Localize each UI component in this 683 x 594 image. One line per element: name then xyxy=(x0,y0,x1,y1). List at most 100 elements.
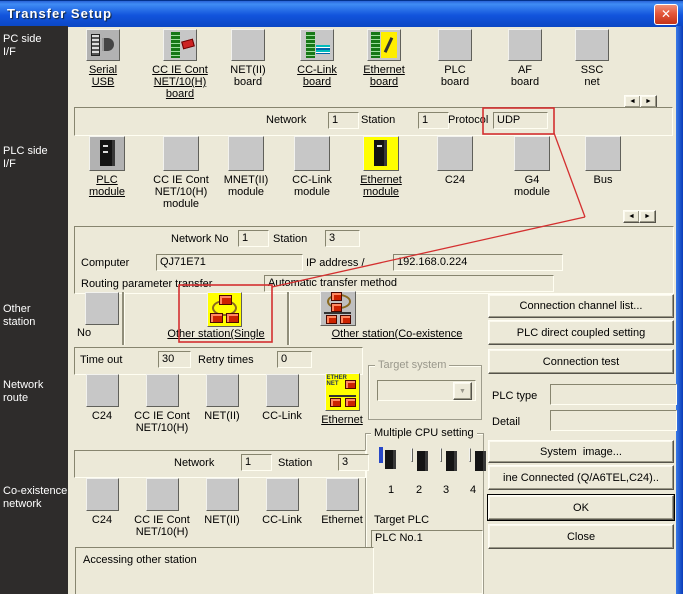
connection-test-button[interactable]: Connection test xyxy=(488,349,674,374)
ok-button[interactable]: OK xyxy=(488,495,674,520)
plc-side-item-plc-module[interactable]: PLC module xyxy=(70,136,144,198)
no-connection-icon xyxy=(85,292,119,325)
network-route-item-ethernet[interactable]: ETHER NET Ethernet xyxy=(310,373,374,426)
target-system-combobox[interactable]: ▼ xyxy=(377,380,476,401)
station-field[interactable]: 1 xyxy=(418,112,449,129)
ip-address-field[interactable]: 192.168.0.224 xyxy=(393,254,563,271)
multiple-cpu-group: Multiple CPU setting 1 2 3 4 Target PLC … xyxy=(365,433,484,594)
icon-art xyxy=(331,292,342,301)
coex-item-ccie[interactable]: CC IE Cont NET/10(H) xyxy=(130,478,194,538)
title-bar: Transfer Setup ✕ xyxy=(0,0,683,27)
routing-label: Routing parameter transfer xyxy=(81,278,212,290)
icon-art xyxy=(103,151,108,153)
icon-art xyxy=(102,38,114,51)
station-no-field[interactable]: 3 xyxy=(325,230,360,247)
close-button[interactable]: Close xyxy=(488,524,674,549)
plc-side-item-cclink-module[interactable]: CC-Link module xyxy=(275,136,349,198)
plc-side-item-ccie-module[interactable]: CC IE Cont NET/10(H) module xyxy=(144,136,218,210)
cpu3-icon[interactable] xyxy=(440,448,442,462)
network-no-field[interactable]: 1 xyxy=(238,230,269,247)
pc-side-item-label: CC IE Cont NET/10(H) board xyxy=(152,64,208,100)
ccie-route-icon xyxy=(146,374,179,407)
icon-art xyxy=(100,140,115,166)
computer-field[interactable]: QJ71E71 xyxy=(156,254,303,271)
g4-module-icon xyxy=(514,136,550,171)
network-field[interactable]: 1 xyxy=(328,112,359,129)
pc-side-item-serial-usb[interactable]: Serial USB xyxy=(66,29,140,88)
icon-art xyxy=(329,395,356,397)
cpu2-icon[interactable] xyxy=(411,448,413,462)
coex-item-ethernet[interactable]: Ethernet xyxy=(310,478,374,526)
divider xyxy=(287,292,289,345)
other-station-item-single[interactable] xyxy=(207,292,242,327)
icon-art xyxy=(377,145,382,147)
pc-side-item-cclink-board[interactable]: CC-Link board xyxy=(280,29,354,88)
pc-side-item-ccie-board[interactable]: CC IE Cont NET/10(H) board xyxy=(143,29,217,100)
protocol-field[interactable]: UDP xyxy=(493,112,548,129)
ccie-module-icon xyxy=(163,136,199,171)
chevron-down-icon[interactable]: ▼ xyxy=(453,382,472,400)
routing-field[interactable]: Automatic transfer method xyxy=(264,275,554,292)
pc-side-item-net2-board[interactable]: NET(II) board xyxy=(211,29,285,88)
connection-channel-list-button[interactable]: Connection channel list... xyxy=(488,294,674,318)
detail-label: Detail xyxy=(492,416,520,428)
icon-art xyxy=(417,451,428,471)
cclink-route-icon xyxy=(266,374,299,407)
network-route-item-net2[interactable]: NET(II) xyxy=(190,374,254,422)
pc-side-item-plc-board[interactable]: PLC board xyxy=(418,29,492,88)
plc-side-item-g4-module[interactable]: G4 module xyxy=(495,136,569,198)
pc-side-item-ethernet-board[interactable]: Ethernet board xyxy=(347,29,421,88)
coex-network-field[interactable]: 1 xyxy=(241,454,272,471)
plc-direct-coupled-button[interactable]: PLC direct coupled setting xyxy=(488,320,674,345)
network-route-item-cclink[interactable]: CC-Link xyxy=(250,374,314,422)
icon-art xyxy=(371,32,380,58)
icon-art xyxy=(385,450,396,469)
window-title: Transfer Setup xyxy=(7,6,112,21)
pc-side-item-af-board[interactable]: AF board xyxy=(488,29,562,88)
ccie-coex-icon xyxy=(146,478,179,511)
line-connected-button[interactable]: ine Connected (Q/A6TEL,C24).. xyxy=(488,465,674,490)
other-station-single-icon xyxy=(207,292,242,327)
plc-side-item-bus[interactable]: Bus xyxy=(566,136,640,186)
other-station-item-no[interactable] xyxy=(85,292,119,325)
plc-side-item-mnet2-module[interactable]: MNET(II) module xyxy=(209,136,283,198)
plc-type-label: PLC type xyxy=(492,390,537,402)
multiple-cpu-label: Multiple CPU setting xyxy=(371,427,477,439)
icon-art xyxy=(219,295,232,305)
plc-side-item-c24[interactable]: C24 xyxy=(418,136,492,186)
scroll-left-icon[interactable]: ◄ xyxy=(623,210,640,223)
coex-item-cclink[interactable]: CC-Link xyxy=(250,478,314,526)
system-image-button[interactable]: System image... xyxy=(488,440,674,463)
net2-coex-icon xyxy=(206,478,239,511)
sidebar: PC side I/F PLC side I/F Other station N… xyxy=(0,26,68,594)
icon-art xyxy=(181,39,195,50)
scroll-right-icon[interactable]: ► xyxy=(639,210,656,223)
pc-side-item-label: NET(II) board xyxy=(230,64,265,88)
network-route-item-ccie[interactable]: CC IE Cont NET/10(H) xyxy=(130,374,194,434)
other-station-single-label[interactable]: Other station(Single xyxy=(160,328,272,340)
coex-item-c24[interactable]: C24 xyxy=(70,478,134,526)
plc-board-icon xyxy=(438,29,472,61)
pc-side-item-ssc-net[interactable]: SSC net xyxy=(555,29,629,88)
comment-text: Accessing other station xyxy=(83,554,197,566)
timeout-panel: Time out 30 Retry times 0 xyxy=(74,347,363,375)
coex-item-net2[interactable]: NET(II) xyxy=(190,478,254,526)
coex-station-field[interactable]: 3 xyxy=(338,454,369,471)
retry-times-field[interactable]: 0 xyxy=(277,351,312,368)
divider xyxy=(122,292,124,345)
window-border-right xyxy=(676,26,683,594)
coexistence-network-strip: Network 1 Station 3 xyxy=(74,450,366,478)
plc-type-field[interactable] xyxy=(550,384,677,405)
plc-side-item-ethernet-module[interactable]: Ethernet module xyxy=(344,136,418,198)
cpu4-icon[interactable] xyxy=(469,448,471,462)
close-icon[interactable]: ✕ xyxy=(654,4,678,25)
transfer-setup-dialog: Transfer Setup ✕ PC side I/F PLC side I/… xyxy=(0,0,683,594)
cpu1-icon[interactable] xyxy=(379,447,383,463)
timeout-field[interactable]: 30 xyxy=(158,351,191,368)
network-route-item-c24[interactable]: C24 xyxy=(70,374,134,422)
target-plc-field[interactable]: PLC No.1 xyxy=(371,530,483,594)
detail-field[interactable] xyxy=(550,410,677,431)
icon-art xyxy=(306,32,315,58)
other-station-coexistence-label[interactable]: Other station(Co-existence xyxy=(312,328,482,340)
other-station-item-coexistence[interactable] xyxy=(320,291,356,326)
